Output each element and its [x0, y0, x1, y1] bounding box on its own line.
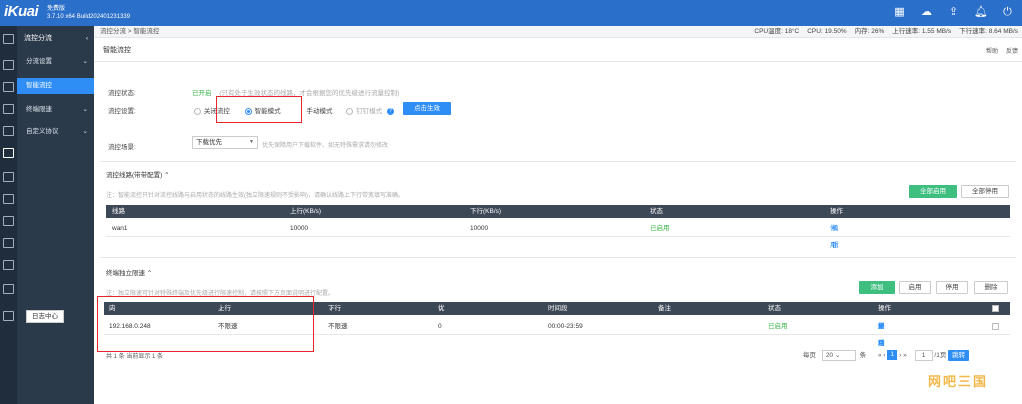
mem-stat: 内存: 26%: [854, 28, 885, 35]
lines-note: 注：智能流控只针对流控线路与启用状态的线路生效(独立限速规则不受影响)，请确认线…: [106, 193, 404, 199]
cpu-temp-stat: CPU温度: 18°C: [754, 28, 800, 35]
logout-icon[interactable]: ⏻: [1001, 6, 1014, 19]
chevron-up-icon: ⌃: [146, 270, 153, 277]
network-icon[interactable]: [3, 126, 14, 136]
cpu-stat: CPU: 19.50%: [807, 28, 847, 35]
mode-dingtalk-radio[interactable]: 钉钉模式: [346, 107, 382, 115]
help-icon[interactable]: ?: [387, 107, 395, 115]
up-rate-stat: 上行速率: 1.55 MB/s: [892, 28, 952, 35]
next-page-icon[interactable]: ›: [899, 352, 901, 359]
apply-button[interactable]: 点击生效: [403, 102, 451, 115]
table-row: wan1 10000 10000 已启用 停用 编辑: [106, 220, 1010, 249]
grid-icon[interactable]: ▦: [893, 6, 906, 19]
flow-scene-row: 流控场景:: [108, 144, 136, 151]
scene-hint: 优先保障用户下载软件、如无特殊需求请勿修改: [262, 143, 389, 149]
limits-section-title[interactable]: 终端独立限速 ⌃: [106, 267, 152, 277]
auth-icon[interactable]: [3, 194, 14, 204]
prev-page-icon[interactable]: ‹: [883, 352, 885, 359]
monitor-icon[interactable]: [3, 82, 14, 92]
disable-all-button[interactable]: 全部停用: [961, 185, 1009, 198]
delete-link[interactable]: 删除: [878, 318, 885, 352]
dashboard-icon[interactable]: [3, 60, 14, 70]
menu-toggle-icon[interactable]: [3, 34, 14, 44]
last-page-icon[interactable]: »: [903, 352, 907, 359]
delete-button[interactable]: 删除: [974, 281, 1008, 294]
per-page-select[interactable]: 20 ⌄: [821, 349, 856, 361]
edit-link[interactable]: 编辑: [832, 220, 839, 254]
flow-status-value: 已开启: [192, 90, 212, 97]
chevron-down-icon: ▼: [249, 139, 254, 145]
flow-icon[interactable]: [3, 148, 14, 158]
firewall-icon[interactable]: [3, 238, 14, 248]
help-link[interactable]: 帮助: [986, 46, 998, 55]
chevron-down-icon: ⌄: [82, 58, 88, 65]
lines-table-header: 线路 上行(KB/s) 下行(KB/s) 状态 操作: [106, 205, 1010, 218]
select-all-checkbox[interactable]: [992, 305, 999, 312]
app-version: 免费版 3.7.10 x64 Build202401231339: [47, 6, 131, 20]
sidebar-item-terminal-limit[interactable]: 终端限速 ⌄: [17, 102, 94, 118]
settings-icon[interactable]: [3, 104, 14, 114]
pager: 每页 20 ⌄ 条 « ‹ 1 › » 1 /1页 跳转: [803, 349, 970, 361]
top-bar: iKuai 免费版 3.7.10 x64 Build202401231339 ▦…: [0, 0, 1022, 26]
log-center-tooltip: 日志中心: [26, 310, 64, 323]
breadcrumb: 流控分流 > 智能流控: [100, 28, 160, 35]
lines-section-title[interactable]: 流控线路(带带配置) ⌃: [106, 169, 170, 179]
advanced-icon[interactable]: [3, 260, 14, 270]
chevron-left-icon[interactable]: ‹: [86, 30, 88, 48]
page-header: 智能流控 帮助 反馈: [94, 38, 1022, 62]
jump-button[interactable]: 跳转: [948, 349, 970, 361]
wifi-icon[interactable]: [3, 172, 14, 182]
bell-icon[interactable]: 🔔︎: [974, 6, 988, 19]
scene-select[interactable]: 下载优先 ▼: [192, 136, 258, 149]
down-rate-stat: 下行速率: 8.64 MB/s: [959, 28, 1018, 35]
sidebar-group-title: 流控分流 ‹: [17, 30, 94, 48]
page-title: 智能流控: [103, 47, 131, 54]
app-logo[interactable]: iKuai: [4, 3, 39, 20]
status-bar: 流控分流 > 智能流控 CPU温度: 18°C CPU: 19.50% 内存: …: [94, 26, 1022, 38]
upgrade-icon[interactable]: ⇪: [947, 6, 960, 19]
behavior-icon[interactable]: [3, 216, 14, 226]
sidebar-item-smart-flow[interactable]: 智能流控: [17, 78, 94, 94]
highlight-box: [97, 296, 314, 352]
record-count: 共 1 条 当前显示 1 条: [106, 354, 164, 360]
cloud-icon[interactable]: ☁: [920, 6, 933, 19]
chevron-down-icon: ⌄: [82, 128, 88, 135]
highlight-box: [216, 96, 302, 123]
chevron-up-icon: ⌃: [164, 172, 170, 179]
enable-all-button[interactable]: 全部启用: [909, 185, 957, 198]
sidebar-item-split[interactable]: 分流设置 ⌄: [17, 54, 94, 70]
enable-button[interactable]: 启用: [899, 281, 931, 294]
row-checkbox[interactable]: [992, 323, 999, 330]
sidebar: 流控分流 ‹ 分流设置 ⌄ 智能流控 终端限速 ⌄ 自定义协议 ⌄: [17, 26, 94, 404]
watermark: 网吧三国: [927, 374, 988, 389]
icon-rail: [0, 26, 17, 404]
mode-manual-radio[interactable]: 手动模式: [306, 108, 332, 115]
sidebar-item-custom-protocol[interactable]: 自定义协议 ⌄: [17, 124, 94, 140]
current-page[interactable]: 1: [887, 350, 898, 361]
apps-icon[interactable]: [3, 284, 14, 294]
chevron-down-icon: ⌄: [82, 106, 88, 113]
add-button[interactable]: 添加: [859, 281, 895, 294]
feedback-link[interactable]: 反馈: [1006, 46, 1018, 55]
disable-button[interactable]: 停用: [936, 281, 968, 294]
first-page-icon[interactable]: «: [878, 352, 882, 359]
goto-page-input[interactable]: 1: [914, 349, 933, 361]
log-center-icon[interactable]: [3, 311, 14, 321]
